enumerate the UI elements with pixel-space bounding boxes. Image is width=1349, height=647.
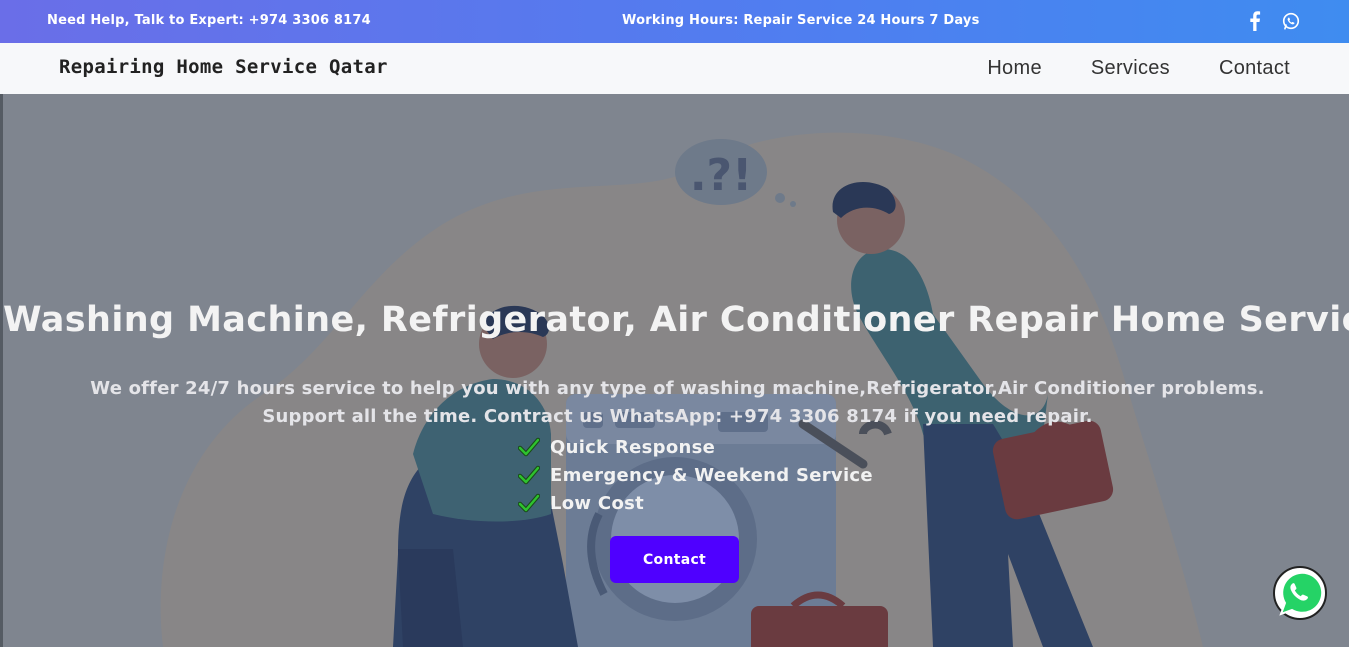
help-phone-text: Need Help, Talk to Expert: +974 3306 817… [47, 13, 371, 28]
top-info-bar: Need Help, Talk to Expert: +974 3306 817… [0, 0, 1349, 43]
contact-button[interactable]: Contact [610, 536, 739, 583]
feature-label: Low Cost [550, 492, 645, 514]
feature-item: Low Cost [518, 489, 873, 517]
toolbox-floor [751, 606, 888, 647]
nav-link-contact[interactable]: Contact [1219, 57, 1290, 80]
social-links [1245, 10, 1301, 32]
feature-label: Quick Response [550, 436, 716, 458]
hero-description: We offer 24/7 hours service to help you … [90, 378, 1265, 427]
nav-link-services[interactable]: Services [1091, 57, 1170, 80]
feature-list: Quick Response Emergency & Weekend Servi… [518, 433, 873, 517]
whatsapp-icon[interactable] [1272, 565, 1328, 621]
feature-label: Emergency & Weekend Service [550, 464, 873, 486]
facebook-icon[interactable] [1245, 10, 1265, 32]
thought-bubble-text: .?! [690, 150, 752, 201]
nav-links: Home Services Contact [987, 57, 1290, 80]
main-navbar: Repairing Home Service Qatar Home Servic… [0, 43, 1349, 95]
checkmark-icon [518, 493, 540, 513]
feature-item: Quick Response [518, 433, 873, 461]
site-brand[interactable]: Repairing Home Service Qatar [59, 56, 388, 78]
hero-section: .?! Washing Machine, Refrigerator, Air C… [0, 94, 1349, 647]
checkmark-icon [518, 437, 540, 457]
whatsapp-icon[interactable] [1281, 10, 1301, 32]
hero-title: Washing Machine, Refrigerator, Air Condi… [3, 300, 1349, 341]
feature-item: Emergency & Weekend Service [518, 461, 873, 489]
nav-link-home[interactable]: Home [987, 57, 1042, 80]
working-hours-text: Working Hours: Repair Service 24 Hours 7… [622, 13, 980, 28]
checkmark-icon [518, 465, 540, 485]
